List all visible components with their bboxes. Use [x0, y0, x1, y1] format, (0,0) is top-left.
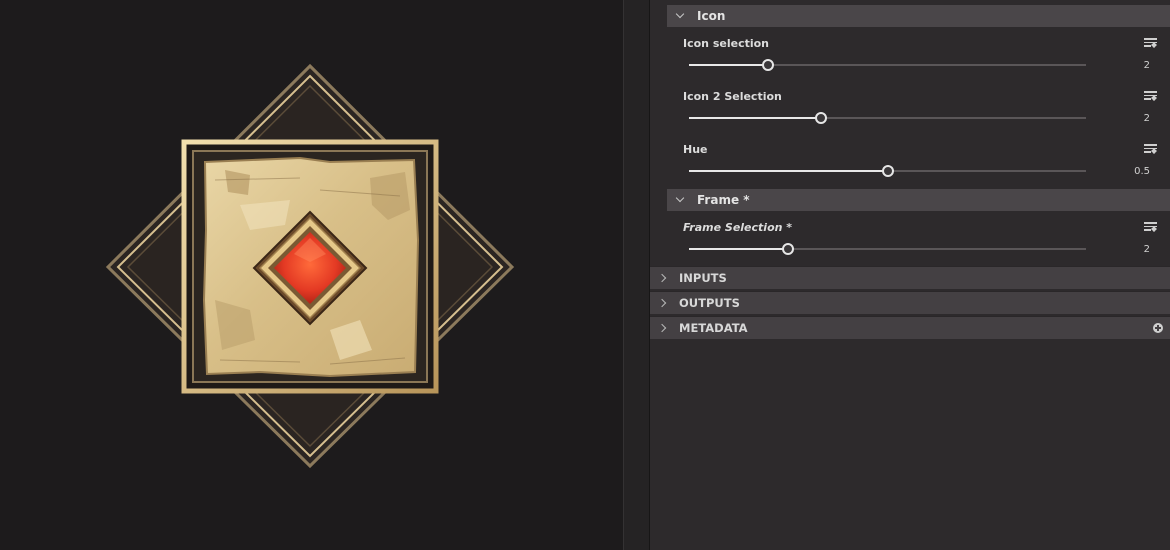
chevron-down-icon [675, 10, 687, 22]
options-menu-icon[interactable] [1144, 90, 1157, 102]
properties-panel: Icon Icon selection 2 Icon 2 Selection 2… [650, 0, 1170, 550]
metadata-section-title: METADATA [679, 321, 748, 335]
inputs-section-title: INPUTS [679, 271, 727, 285]
frame-group-title: Frame * [697, 193, 750, 207]
frame-selection-value: 2 [1143, 244, 1150, 255]
panel-splitter[interactable] [623, 0, 650, 550]
frame-selection-slider[interactable] [689, 242, 1086, 256]
slider-fill [689, 248, 789, 250]
options-menu-icon[interactable] [1144, 143, 1157, 155]
hue-value: 0.5 [1134, 166, 1150, 177]
icon-2-selection-label: Icon 2 Selection [683, 90, 782, 103]
framed-icon-preview [105, 63, 515, 469]
add-icon[interactable] [1153, 323, 1163, 333]
options-menu-icon[interactable] [1144, 37, 1157, 49]
icon-group-title: Icon [697, 9, 726, 23]
chevron-down-icon [675, 194, 687, 206]
slider-fill [689, 117, 822, 119]
metadata-section-header[interactable]: METADATA [650, 316, 1170, 339]
icon-selection-label: Icon selection [683, 37, 770, 50]
chevron-right-icon [658, 322, 670, 334]
icon-selection-value: 2 [1143, 60, 1150, 71]
outputs-section-header[interactable]: OUTPUTS [650, 291, 1170, 314]
viewport[interactable] [0, 0, 623, 550]
slider-thumb[interactable] [881, 165, 894, 177]
chevron-right-icon [658, 297, 670, 309]
slider-thumb[interactable] [815, 112, 828, 124]
chevron-right-icon [658, 272, 670, 284]
hue-label: Hue [683, 143, 708, 156]
icon-selection-slider[interactable] [689, 58, 1086, 72]
frame-group-header[interactable]: Frame * [667, 189, 1170, 211]
slider-thumb[interactable] [762, 59, 775, 71]
options-menu-icon[interactable] [1144, 221, 1157, 233]
slider-fill [689, 170, 888, 172]
outputs-section-title: OUTPUTS [679, 296, 740, 310]
slider-fill [689, 64, 769, 66]
icon-2-selection-slider[interactable] [689, 111, 1086, 125]
icon-2-selection-value: 2 [1143, 113, 1150, 124]
slider-thumb[interactable] [782, 243, 795, 255]
hue-slider[interactable] [689, 164, 1086, 178]
frame-selection-label: Frame Selection * [683, 221, 793, 234]
inputs-section-header[interactable]: INPUTS [650, 266, 1170, 289]
icon-group-header[interactable]: Icon [667, 5, 1170, 27]
